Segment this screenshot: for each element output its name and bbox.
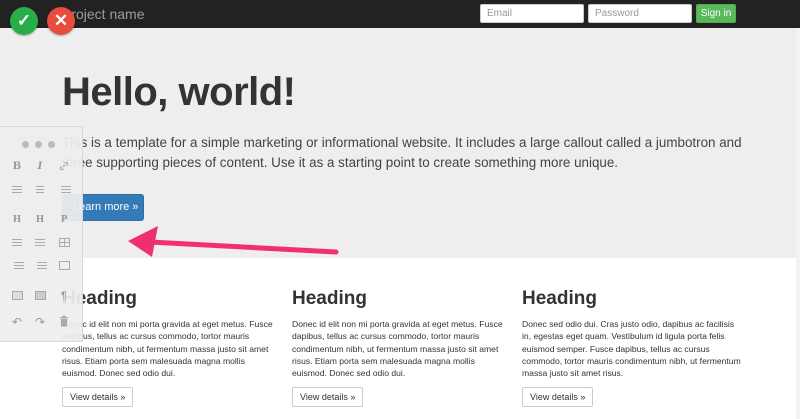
pointer-arrow-icon (128, 226, 339, 257)
